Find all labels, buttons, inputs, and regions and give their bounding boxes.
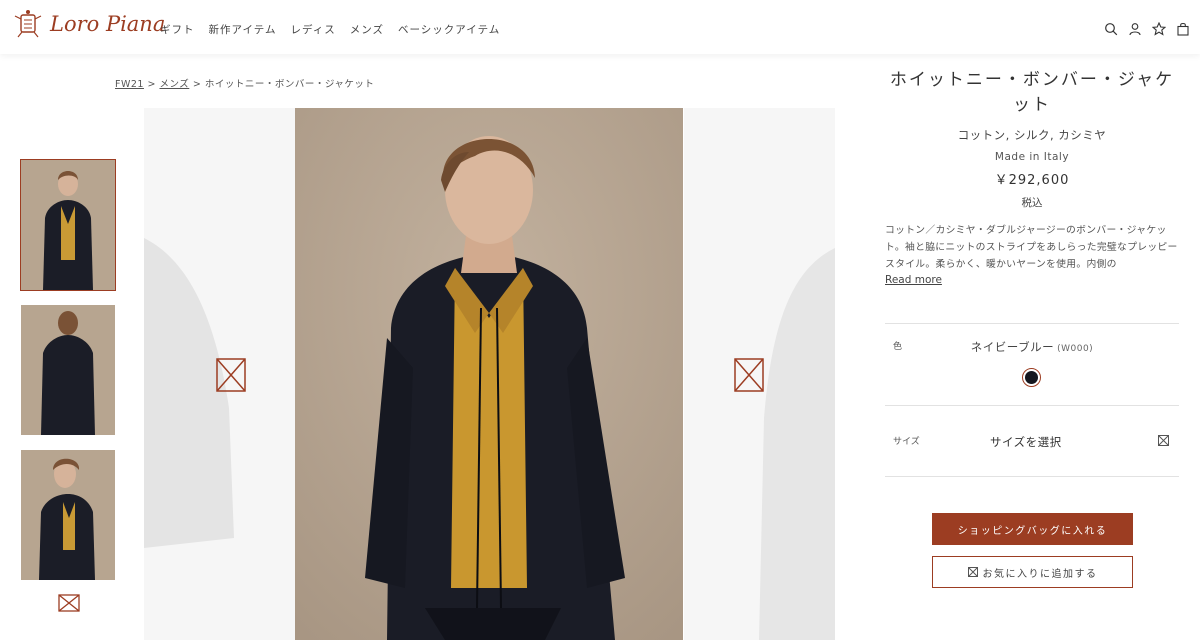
brand-wordmark: Loro Piana: [50, 12, 166, 36]
product-thumb-front-image: [21, 160, 115, 290]
product-thumb-back-image: [21, 305, 115, 435]
broken-image-icon: [734, 358, 764, 392]
add-to-bag-button[interactable]: ショッピングバッグに入れる: [932, 513, 1133, 545]
product-title: ホイットニー・ボンバー・ジャケット: [889, 70, 1175, 115]
product-price: ￥292,600: [994, 173, 1070, 188]
main-nav: ギフト 新作アイテム レディス メンズ ベーシックアイテム: [160, 22, 500, 37]
size-select-placeholder: サイズを選択: [990, 435, 1062, 449]
wishlist-icon: [967, 567, 978, 577]
header-actions: [1104, 22, 1190, 36]
color-label: 色: [893, 342, 903, 352]
tax-note: 税込: [1021, 197, 1043, 209]
add-to-wishlist-button[interactable]: お気に入りに追加する: [932, 556, 1133, 588]
thumbnail-front[interactable]: [20, 159, 116, 291]
size-selector[interactable]: サイズ サイズを選択: [885, 430, 1179, 454]
search-icon[interactable]: [1104, 22, 1118, 36]
breadcrumb-men-link[interactable]: メンズ: [159, 79, 189, 90]
product-description: コットン／カシミヤ・ダブルジャージーのボンバー・ジャケット。袖と脇にニットのスト…: [885, 225, 1178, 270]
gallery-next-slide[interactable]: [684, 108, 835, 640]
breadcrumb-separator: >: [147, 79, 156, 90]
breadcrumb-separator: >: [192, 79, 202, 90]
site-header: Loro Piana ギフト 新作アイテム レディス メンズ ベーシックアイテム: [0, 0, 1200, 54]
nav-item-new-arrivals[interactable]: 新作アイテム: [209, 22, 277, 37]
brand-logo[interactable]: Loro Piana: [12, 8, 165, 40]
product-info: ホイットニー・ボンバー・ジャケット コットン, シルク, カシミヤ Made i…: [885, 68, 1179, 286]
divider: [885, 476, 1179, 477]
color-swatch-navy[interactable]: [1022, 368, 1041, 387]
nav-item-basics[interactable]: ベーシックアイテム: [398, 22, 500, 37]
product-main-image[interactable]: [295, 108, 683, 640]
divider: [885, 323, 1179, 324]
account-icon[interactable]: [1128, 22, 1142, 36]
nav-item-women[interactable]: レディス: [290, 22, 335, 37]
color-selector: 色 ネイビーブルー (W000): [885, 336, 1179, 356]
nav-item-men[interactable]: メンズ: [350, 22, 384, 37]
thumbnail-more-broken-icon[interactable]: [58, 594, 80, 612]
color-code: (W000): [1057, 344, 1094, 354]
product-gallery: [144, 108, 835, 640]
thumbnail-side[interactable]: [21, 450, 115, 580]
product-material: コットン, シルク, カシミヤ: [957, 128, 1107, 142]
divider: [885, 405, 1179, 406]
breadcrumb-current: ホイットニー・ボンバー・ジャケット: [204, 79, 375, 90]
add-to-wishlist-label: お気に入りに追加する: [982, 568, 1098, 580]
breadcrumb-season-link[interactable]: FW21: [115, 79, 144, 90]
nav-item-gift[interactable]: ギフト: [160, 22, 195, 37]
selected-color: ネイビーブルー (W000): [970, 339, 1094, 355]
product-thumb-side-image: [21, 450, 115, 580]
thumbnail-strip: [20, 159, 116, 595]
model-photo: [295, 108, 683, 640]
size-label: サイズ: [893, 437, 920, 447]
shopping-bag-icon[interactable]: [1176, 22, 1190, 36]
broken-image-icon: [216, 358, 246, 392]
gallery-prev-slide[interactable]: [144, 108, 295, 640]
wishlist-star-icon[interactable]: [1152, 22, 1166, 36]
thumbnail-back[interactable]: [21, 305, 115, 435]
brand-crest-icon: [14, 10, 42, 38]
product-origin: Made in Italy: [994, 151, 1070, 163]
breadcrumb: FW21 > メンズ > ホイットニー・ボンバー・ジャケット: [115, 76, 374, 90]
size-dropdown-icon: [1158, 435, 1169, 446]
color-name: ネイビーブルー: [970, 340, 1055, 354]
read-more-link[interactable]: Read more: [885, 274, 1179, 286]
